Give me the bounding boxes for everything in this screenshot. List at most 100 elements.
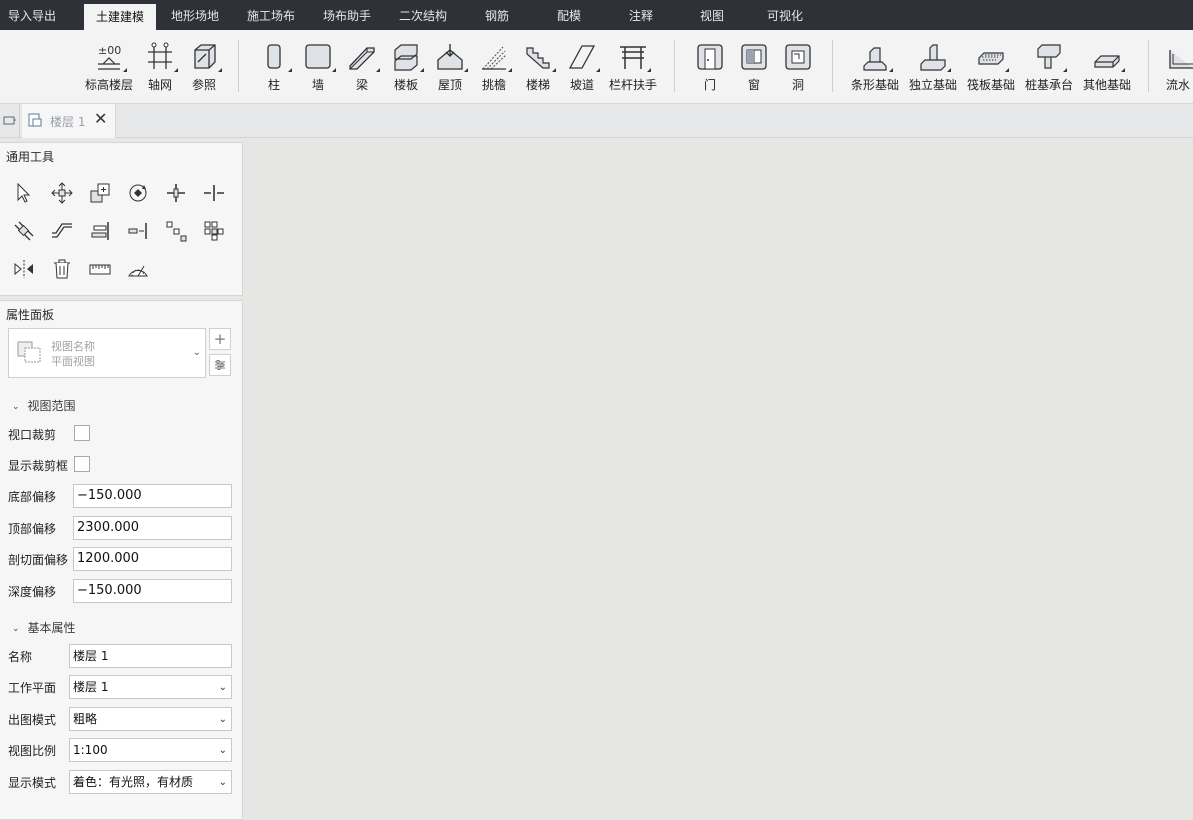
view-range-section[interactable]: ⌄ 视图范围	[12, 397, 76, 414]
ramp-button[interactable]: 坡道	[566, 42, 600, 92]
viewport-crop-label: 视口裁剪	[8, 428, 57, 442]
cut-plane-offset-label: 剖切面偏移	[8, 553, 69, 567]
chevron-down-icon: ⌄	[218, 714, 227, 725]
split-icon[interactable]	[202, 181, 226, 205]
display-mode-select[interactable]: 着色：有光照，有材质 ⌄	[69, 770, 232, 794]
copy-icon[interactable]	[88, 181, 112, 205]
isolated-foundation-button[interactable]: 独立基础	[908, 42, 958, 92]
drain-label: 流水	[1166, 78, 1191, 92]
level-label: 标高楼层	[84, 78, 133, 92]
tab-view[interactable]: 视图	[692, 0, 724, 30]
grid-array-icon[interactable]	[202, 219, 226, 243]
basic-properties-section[interactable]: ⌄ 基本属性	[12, 619, 76, 636]
extend-icon[interactable]	[88, 219, 112, 243]
props-panel-title: 属性面板	[6, 308, 55, 322]
menu-bar: 导入导出 土建建模 地形场地 施工场布 场布助手 二次结构 钢筋 配模 注释 视…	[0, 0, 1193, 30]
view-settings-button[interactable]	[209, 354, 231, 376]
name-field[interactable]: 楼层 1	[69, 644, 232, 668]
railing-icon	[618, 42, 651, 72]
close-icon[interactable]: ✕	[94, 110, 107, 128]
tab-secondary-structure[interactable]: 二次结构	[391, 0, 447, 30]
tab-rebar[interactable]: 钢筋	[477, 0, 509, 30]
reference-icon	[189, 42, 222, 72]
tab-construction-layout[interactable]: 施工场布	[239, 0, 295, 30]
drain-button[interactable]: 流水	[1166, 42, 1193, 92]
view-scale-value: 1:100	[73, 743, 108, 757]
bottom-offset-field[interactable]: −150.000	[73, 484, 232, 508]
door-button[interactable]: 门	[694, 42, 726, 92]
ramp-label: 坡道	[569, 78, 594, 92]
bottom-offset-label: 底部偏移	[8, 490, 57, 504]
pile-cap-button[interactable]: 桩基承台	[1024, 42, 1074, 92]
strip-foundation-label: 条形基础	[850, 78, 899, 92]
roof-label: 屋顶	[437, 78, 462, 92]
tab-layout-assistant[interactable]: 场布助手	[315, 0, 371, 30]
other-foundation-icon	[1092, 42, 1125, 72]
add-view-button[interactable]: +	[209, 328, 231, 350]
offset-icon[interactable]	[12, 219, 36, 243]
view-range-title: 视图范围	[27, 399, 76, 413]
opening-button[interactable]: 洞	[782, 42, 814, 92]
beam-button[interactable]: 梁	[346, 42, 380, 92]
view-type-selector[interactable]: 视图名称 平面视图 ⌄	[8, 328, 206, 378]
rotate-icon[interactable]	[126, 181, 150, 205]
viewport-crop-checkbox[interactable]	[74, 425, 90, 441]
angle-measure-icon[interactable]	[126, 257, 150, 281]
column-icon	[259, 42, 292, 72]
tab-annotation[interactable]: 注释	[621, 0, 653, 30]
stair-button[interactable]: 楼梯	[522, 42, 556, 92]
ribbon-divider	[674, 40, 675, 92]
move-icon[interactable]	[50, 181, 74, 205]
beam-label: 梁	[355, 78, 368, 92]
tab-terrain-site[interactable]: 地形场地	[163, 0, 219, 30]
tab-civil-modeling[interactable]: 土建建模	[84, 4, 157, 30]
settings-sliders-icon	[215, 360, 225, 370]
roof-button[interactable]: 屋顶	[434, 42, 468, 92]
delete-icon[interactable]	[50, 257, 74, 281]
other-foundation-button[interactable]: 其他基础	[1082, 42, 1132, 92]
top-offset-field[interactable]: 2300.000	[73, 516, 232, 540]
slab-icon	[391, 42, 424, 72]
document-tab-label: 楼层 1	[50, 115, 86, 129]
measure-icon[interactable]	[88, 257, 112, 281]
output-mode-select[interactable]: 粗略 ⌄	[69, 707, 232, 731]
align-icon[interactable]	[50, 219, 74, 243]
show-crop-frame-checkbox[interactable]	[74, 456, 90, 472]
tab-visualization[interactable]: 可视化	[759, 0, 803, 30]
depth-offset-field[interactable]: −150.000	[73, 579, 232, 603]
tab-formwork[interactable]: 配模	[549, 0, 581, 30]
axis-grid-button[interactable]: 轴网	[144, 42, 178, 92]
work-plane-label: 工作平面	[8, 681, 57, 695]
mirror-icon[interactable]	[12, 257, 36, 281]
select-icon[interactable]	[12, 181, 36, 205]
opening-icon	[783, 42, 813, 72]
roof-icon	[435, 42, 468, 72]
raft-foundation-button[interactable]: 筏板基础	[966, 42, 1016, 92]
cut-plane-offset-field[interactable]: 1200.000	[73, 547, 232, 571]
drawing-canvas[interactable]	[246, 138, 1193, 820]
tab-import-export[interactable]: 导入导出	[0, 0, 56, 30]
wall-button[interactable]: 墙	[302, 42, 336, 92]
name-label: 名称	[8, 650, 33, 664]
work-plane-select[interactable]: 楼层 1 ⌄	[69, 675, 232, 699]
level-button[interactable]: ±00 标高楼层	[84, 42, 134, 92]
trim-icon[interactable]	[164, 181, 188, 205]
document-tab[interactable]: 楼层 1 ✕	[22, 104, 116, 138]
window-button[interactable]: 窗	[738, 42, 770, 92]
reference-button[interactable]: 参照	[188, 42, 222, 92]
panel-toggle-icon[interactable]	[0, 104, 20, 138]
view-scale-select[interactable]: 1:100 ⌄	[69, 738, 232, 762]
reference-label: 参照	[191, 78, 216, 92]
chevron-down-icon: ⌄	[12, 402, 20, 412]
railing-button[interactable]: 栏杆扶手	[606, 42, 660, 92]
array-icon[interactable]	[164, 219, 188, 243]
slab-button[interactable]: 楼板	[390, 42, 424, 92]
pile-cap-icon	[1034, 42, 1067, 72]
raft-foundation-label: 筏板基础	[966, 78, 1015, 92]
eave-button[interactable]: 挑檐	[478, 42, 512, 92]
floor-plan-view-icon	[17, 341, 41, 363]
strip-foundation-button[interactable]: 条形基础	[850, 42, 900, 92]
column-button[interactable]: 柱	[259, 42, 292, 92]
window-icon	[739, 42, 769, 72]
break-icon[interactable]	[126, 219, 150, 243]
